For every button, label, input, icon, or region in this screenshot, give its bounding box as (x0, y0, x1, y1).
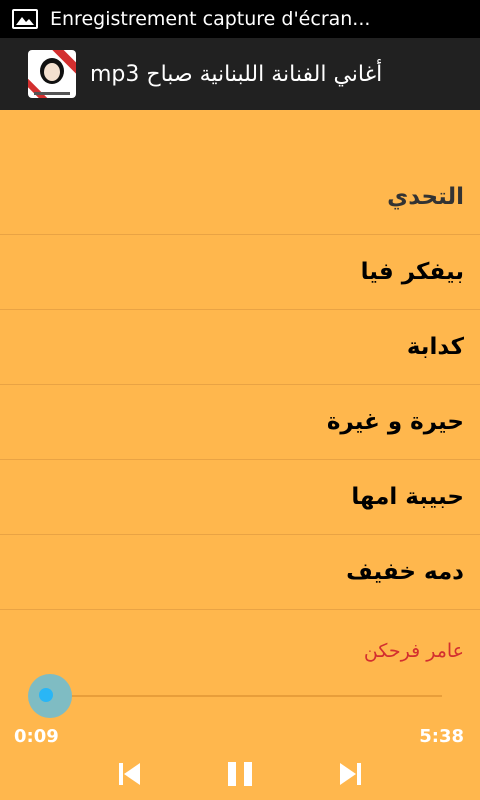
song-list: التحدي بيفكر فيا كدابة حيرة و غيرة حبيبة… (0, 160, 480, 610)
image-icon (12, 9, 38, 29)
song-title: التحدي (387, 184, 464, 210)
song-item[interactable]: بيفكر فيا (0, 235, 480, 310)
app-logo-icon[interactable] (28, 50, 76, 98)
song-item[interactable]: كدابة (0, 310, 480, 385)
app-bar: أغاني الفنانة اللبنانية صباح mp3 (0, 38, 480, 110)
song-item[interactable]: التحدي (0, 160, 480, 235)
total-time: 5:38 (419, 726, 464, 747)
previous-icon[interactable] (114, 758, 146, 790)
next-icon[interactable] (334, 758, 366, 790)
song-title: حبيبة امها (351, 484, 464, 510)
song-item[interactable]: دمه خفيف (0, 535, 480, 610)
seek-thumb[interactable] (39, 688, 53, 702)
song-item[interactable]: حيرة و غيرة (0, 385, 480, 460)
notification-text: Enregistrement capture d'écran... (50, 8, 371, 30)
song-title: دمه خفيف (346, 559, 464, 585)
song-title: بيفكر فيا (360, 259, 464, 285)
now-playing-artist: عامر فرحكن (363, 640, 464, 662)
app-title: أغاني الفنانة اللبنانية صباح mp3 (90, 61, 383, 87)
pause-icon[interactable] (224, 758, 256, 790)
song-title: كدابة (406, 334, 464, 360)
current-time: 0:09 (14, 726, 59, 747)
seek-bar[interactable] (50, 695, 442, 697)
song-title: حيرة و غيرة (326, 409, 464, 435)
status-bar: Enregistrement capture d'écran... (0, 0, 480, 38)
song-item[interactable]: حبيبة امها (0, 460, 480, 535)
